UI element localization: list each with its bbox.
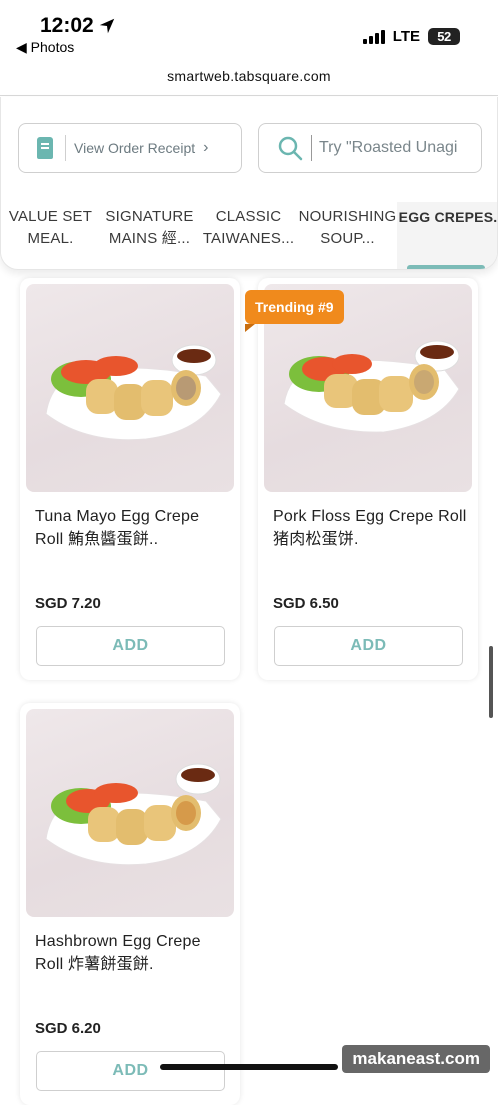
tab-nourishing-soup[interactable]: NOURISHING SOUP... xyxy=(298,202,397,269)
add-button[interactable]: ADD xyxy=(36,626,225,666)
chevron-right-icon: › xyxy=(203,139,209,156)
home-indicator[interactable] xyxy=(160,1064,338,1070)
status-indicators: LTE 52 xyxy=(362,28,460,45)
product-card[interactable]: Tuna Mayo Egg Crepe Roll 鮪魚醬蛋餅.. SGD 7.2… xyxy=(20,278,240,680)
product-name: Pork Floss Egg Crepe Roll 猪肉松蛋饼. xyxy=(273,508,467,548)
back-to-photos-link[interactable]: ◀ Photos xyxy=(16,39,74,56)
status-bar: 12:02 ◀ Photos LTE 52 xyxy=(0,0,498,60)
view-order-receipt-button[interactable]: View Order Receipt › xyxy=(18,123,242,173)
watermark: makaneast.com xyxy=(342,1045,490,1073)
scrollbar[interactable] xyxy=(489,646,493,718)
category-tabs: VALUE SET MEAL. SIGNATURE MAINS 經... CLA… xyxy=(1,202,497,269)
location-arrow-icon xyxy=(99,18,115,34)
product-image xyxy=(26,284,234,492)
search-box[interactable] xyxy=(258,123,482,173)
receipt-icon xyxy=(37,137,53,159)
add-button[interactable]: ADD xyxy=(274,626,463,666)
search-icon xyxy=(278,136,303,161)
trending-badge: Trending #9 xyxy=(245,290,344,332)
tab-classic-taiwanese[interactable]: CLASSIC TAIWANES... xyxy=(199,202,298,269)
url-text: smartweb.tabsquare.com xyxy=(167,68,331,84)
add-button[interactable]: ADD xyxy=(36,1051,225,1091)
receipt-label: View Order Receipt xyxy=(74,140,196,156)
product-price: SGD 7.20 xyxy=(35,595,101,612)
product-name: Tuna Mayo Egg Crepe Roll 鮪魚醬蛋餅.. xyxy=(35,508,200,548)
search-input[interactable] xyxy=(319,139,469,157)
product-image xyxy=(26,709,234,917)
product-name: Hashbrown Egg Crepe Roll 炸薯餅蛋餅. xyxy=(35,933,201,973)
menu-header: View Order Receipt › VALUE SET MEAL. SIG… xyxy=(0,97,498,270)
network-type: LTE xyxy=(392,28,420,45)
tab-value-set-meal[interactable]: VALUE SET MEAL. xyxy=(1,202,100,269)
divider xyxy=(311,135,312,161)
divider xyxy=(65,135,66,161)
product-card[interactable]: Pork Floss Egg Crepe Roll 猪肉松蛋饼. SGD 6.5… xyxy=(258,278,478,680)
tab-signature-mains[interactable]: SIGNATURE MAINS 經... xyxy=(100,202,199,269)
status-time: 12:02 xyxy=(40,14,94,37)
product-price: SGD 6.50 xyxy=(273,595,339,612)
browser-url-bar[interactable]: smartweb.tabsquare.com xyxy=(0,60,498,96)
tab-egg-crepes[interactable]: EGG CREPES. xyxy=(397,202,497,269)
battery-icon: 52 xyxy=(428,28,460,45)
product-price: SGD 6.20 xyxy=(35,1020,101,1037)
product-card[interactable]: Hashbrown Egg Crepe Roll 炸薯餅蛋餅. SGD 6.20… xyxy=(20,703,240,1105)
signal-strength-icon xyxy=(362,29,385,44)
